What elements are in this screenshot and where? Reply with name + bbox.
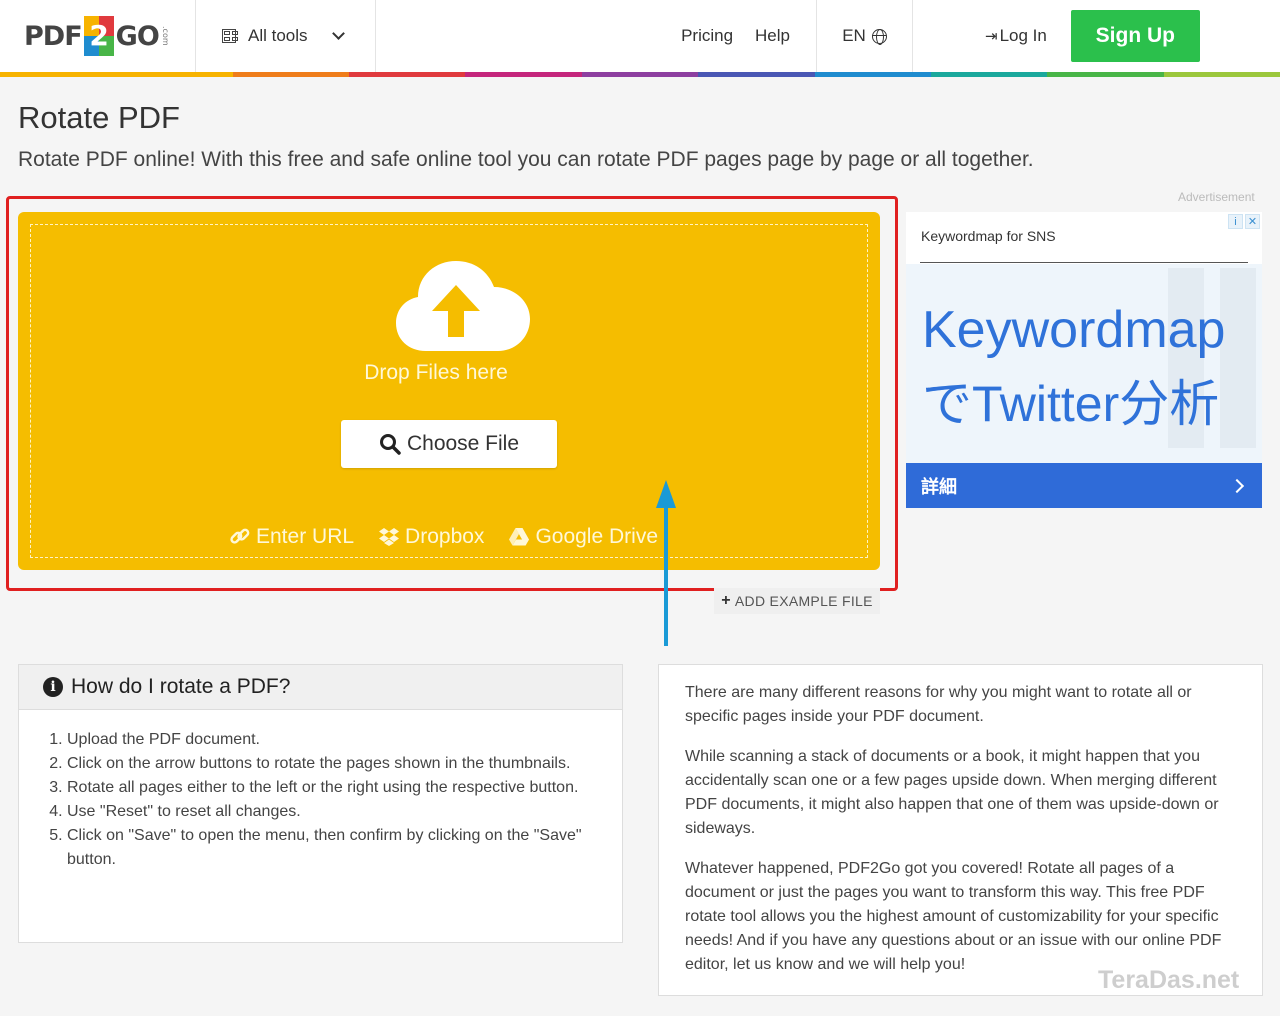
chevron-right-icon (1229, 478, 1245, 493)
google-drive-icon (509, 528, 530, 546)
help-link[interactable]: Help (755, 26, 790, 46)
plus-icon: + (721, 592, 731, 609)
all-tools-label: All tools (248, 26, 308, 45)
advertisement-label: Advertisement (1178, 190, 1255, 204)
all-tools-menu[interactable]: All tools (196, 0, 376, 72)
upload-dropzone[interactable]: Drop Files here Choose File Enter URL Dr… (18, 212, 880, 570)
reasons-panel: There are many different reasons for why… (658, 664, 1263, 996)
add-example-file-button[interactable]: + ADD EXAMPLE FILE (714, 588, 880, 614)
add-example-label: ADD EXAMPLE FILE (734, 593, 873, 609)
rainbow-segment (1163, 72, 1280, 77)
howto-panel: i How do I rotate a PDF? Upload the PDF … (18, 664, 623, 943)
reasons-paragraph: Whatever happened, PDF2Go got you covere… (685, 860, 1222, 973)
ad-headline: Keywordmap (922, 301, 1226, 359)
annotation-arrow-icon (656, 480, 676, 646)
grid-icon (222, 29, 238, 43)
enter-url-label: Enter URL (256, 525, 355, 548)
pricing-link[interactable]: Pricing (681, 26, 733, 46)
logo-wordmark: PDF 2 GO .com (24, 16, 170, 56)
logo-two-mark: 2 (83, 16, 114, 56)
dropzone-border: Drop Files here Choose File Enter URL Dr… (30, 224, 868, 558)
rainbow-segment (581, 72, 699, 77)
dropbox-label: Dropbox (405, 525, 485, 548)
rainbow-segment (116, 72, 233, 77)
rainbow-segment (232, 72, 350, 77)
choose-file-button[interactable]: Choose File (341, 420, 557, 468)
upload-sources: Enter URL Dropbox Google Drive (229, 525, 658, 549)
ad-cta-label: 詳細 (921, 476, 957, 497)
howto-steps: Upload the PDF document. Click on the ar… (19, 710, 622, 872)
dropbox-link[interactable]: Dropbox (378, 525, 484, 549)
page-subtitle: Rotate PDF online! With this free and sa… (18, 148, 1034, 171)
ad-brand: Keywordmap for SNS (921, 228, 1056, 244)
howto-step: Rotate all pages either to the left or t… (67, 776, 582, 800)
rainbow-segment (1047, 72, 1164, 77)
info-icon: i (43, 677, 63, 697)
language-label: EN (842, 26, 866, 45)
google-drive-label: Google Drive (535, 525, 658, 548)
watermark: TeraDas.net (1098, 966, 1240, 994)
logo-go: GO (115, 20, 160, 52)
ad-banner[interactable]: Keywordmap for SNS i ✕ Keywordmap でTwitt… (906, 212, 1262, 508)
dropbox-icon (379, 528, 400, 546)
rainbow-segment (465, 72, 582, 77)
ad-headline-2: でTwitter分析 (922, 376, 1220, 432)
ad-controls: i ✕ (1228, 214, 1260, 229)
google-drive-link[interactable]: Google Drive (508, 525, 658, 549)
howto-step: Upload the PDF document. (67, 728, 582, 752)
account-area: ⇥ Log In Sign Up (913, 0, 1280, 72)
howto-step: Click on the arrow buttons to rotate the… (67, 752, 582, 776)
enter-url-link[interactable]: Enter URL (229, 525, 354, 549)
page-title: Rotate PDF (18, 100, 180, 135)
reasons-paragraph: There are many different reasons for why… (685, 684, 1192, 725)
howto-step: Use "Reset" to reset all changes. (67, 800, 582, 824)
howto-title: How do I rotate a PDF? (71, 675, 291, 698)
chevron-down-icon (331, 27, 345, 40)
howto-header: i How do I rotate a PDF? (19, 665, 622, 710)
search-icon (379, 434, 401, 455)
ad-cta-bar[interactable]: 詳細 (906, 463, 1262, 508)
logo-com: .com (160, 26, 170, 46)
rainbow-bar (0, 72, 1280, 77)
rainbow-segment (0, 72, 117, 77)
drop-files-label: Drop Files here (364, 361, 508, 384)
logo-pdf: PDF (24, 20, 83, 52)
reasons-paragraph: While scanning a stack of documents or a… (685, 748, 1219, 837)
logo-two: 2 (89, 19, 108, 52)
ad-close-icon[interactable]: ✕ (1245, 214, 1260, 229)
howto-step: Click on "Save" to open the menu, then c… (67, 824, 582, 872)
language-selector[interactable]: EN (817, 0, 913, 72)
globe-icon (871, 28, 887, 45)
logo[interactable]: PDF 2 GO .com (0, 0, 196, 72)
choose-file-label: Choose File (406, 432, 520, 455)
ad-top: Keywordmap for SNS (906, 212, 1262, 264)
rainbow-segment (349, 72, 466, 77)
login-label: Log In (999, 26, 1047, 45)
ad-info-icon[interactable]: i (1228, 214, 1243, 229)
rainbow-segment (930, 72, 1048, 77)
login-link[interactable]: ⇥ Log In (985, 26, 1047, 46)
nav-links: Pricing Help (376, 0, 817, 72)
signup-button[interactable]: Sign Up (1070, 10, 1200, 62)
link-icon (230, 528, 250, 544)
login-icon: ⇥ (985, 28, 998, 45)
rainbow-segment (814, 72, 931, 77)
cloud-upload-icon (396, 261, 530, 351)
rainbow-segment (698, 72, 815, 77)
top-header: PDF 2 GO .com All tools Pricing Help EN … (0, 0, 1280, 72)
